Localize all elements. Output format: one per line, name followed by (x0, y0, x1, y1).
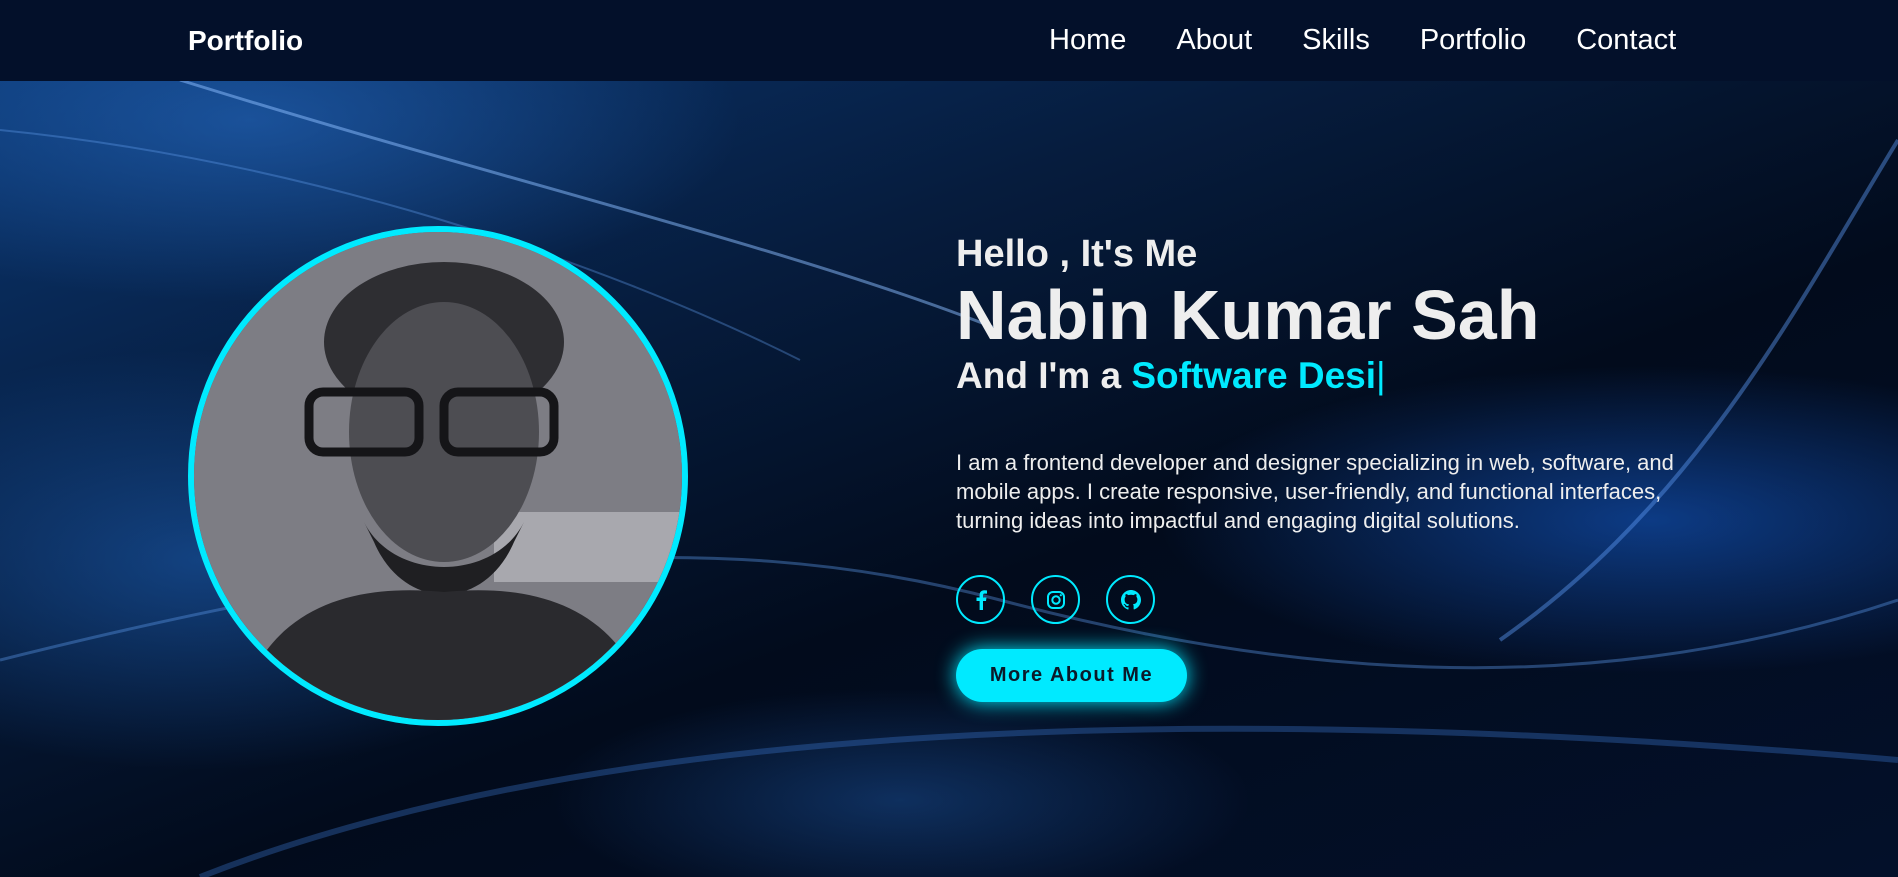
hero-description: I am a frontend developer and designer s… (956, 450, 1674, 533)
role-prefix: And I'm a (956, 355, 1132, 396)
nav-home[interactable]: Home (1049, 24, 1126, 57)
github-link[interactable] (1106, 575, 1155, 624)
nav-portfolio[interactable]: Portfolio (1420, 24, 1526, 57)
instagram-icon (1046, 590, 1065, 609)
instagram-link[interactable] (1031, 575, 1080, 624)
github-icon (1120, 589, 1141, 610)
role-line: And I'm a Software Desi| (956, 354, 1696, 398)
profile-photo (188, 226, 688, 726)
typed-role: Software Desi (1131, 355, 1377, 396)
hero-name: Nabin Kumar Sah (956, 276, 1540, 354)
nav-links: Home About Skills Portfolio Contact (1049, 24, 1676, 57)
more-about-me-button[interactable]: More About Me (956, 649, 1187, 702)
greeting: Hello , It's Me (956, 233, 1198, 275)
nav-about[interactable]: About (1176, 24, 1252, 57)
facebook-icon (976, 589, 987, 610)
nav-skills[interactable]: Skills (1302, 24, 1370, 57)
social-links (956, 575, 1696, 624)
hero-content: Hello , It's Me Nabin Kumar Sah And I'm … (956, 232, 1696, 702)
navbar: Portfolio Home About Skills Portfolio Co… (0, 0, 1898, 81)
nav-contact[interactable]: Contact (1576, 24, 1676, 57)
facebook-link[interactable] (956, 575, 1005, 624)
typing-caret: | (1376, 355, 1386, 396)
logo[interactable]: Portfolio (188, 25, 303, 57)
